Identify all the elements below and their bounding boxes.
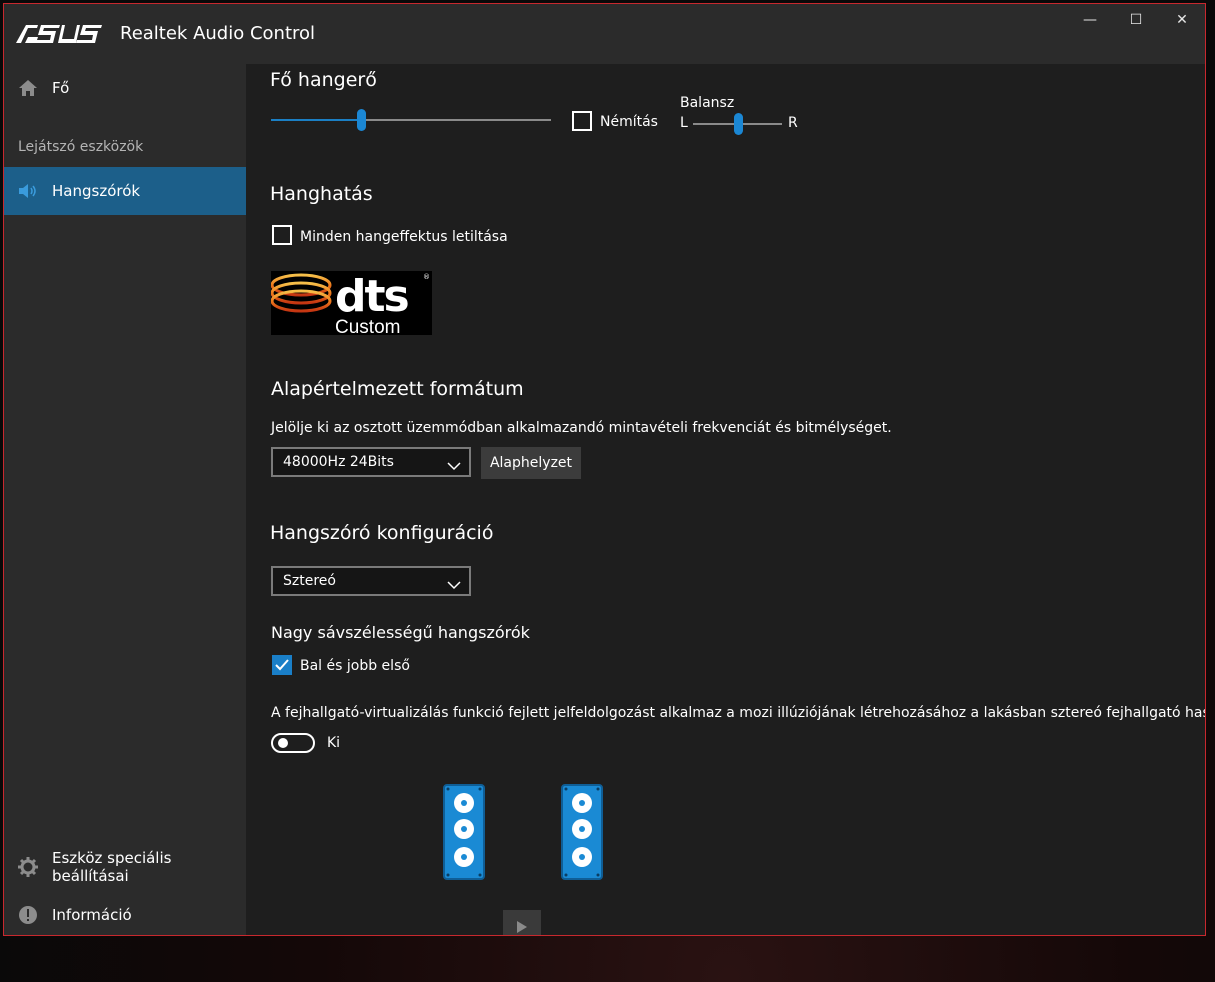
home-icon <box>18 78 38 98</box>
dts-custom-logo[interactable]: dts ® Custom <box>270 271 432 338</box>
speaker-config-dropdown[interactable]: Sztereó <box>271 566 471 596</box>
dts-custom-text: Custom <box>335 317 400 335</box>
reset-button[interactable]: Alaphelyzet <box>481 447 581 479</box>
play-icon <box>517 921 527 933</box>
nav-item-advanced-settings[interactable]: Eszköz speciális beállításai <box>4 843 246 891</box>
gear-icon <box>18 857 38 877</box>
virtualization-description: A fejhallgató-virtualizálás funkció fejl… <box>271 705 1205 721</box>
main-volume-heading: Fő hangerő <box>270 69 377 91</box>
nav-item-info-label: Információ <box>52 906 132 924</box>
sidebar: Fő Lejátszó eszközök Hangszórók Eszköz s… <box>4 64 246 935</box>
minimize-button[interactable]: — <box>1067 4 1113 36</box>
fullrange-speakers-heading: Nagy sávszélességű hangszórók <box>271 623 530 642</box>
nav-item-advanced-settings-label: Eszköz speciális beállításai <box>52 849 172 885</box>
app-window: Realtek Audio Control — ☐ ✕ Fő Lejátszó … <box>3 3 1206 936</box>
mute-checkbox[interactable] <box>572 111 592 131</box>
front-lr-checkbox[interactable] <box>272 655 292 675</box>
speaker-icon <box>18 181 38 201</box>
nav-item-home[interactable]: Fő <box>4 64 246 112</box>
nav-item-speakers[interactable]: Hangszórók <box>4 167 246 215</box>
volume-slider-thumb[interactable] <box>356 109 366 131</box>
maximize-button[interactable]: ☐ <box>1113 4 1159 36</box>
front-lr-label: Bal és jobb első <box>300 658 410 674</box>
dts-wordmark: dts <box>335 271 409 322</box>
balance-left-label: L <box>680 115 688 131</box>
app-title: Realtek Audio Control <box>120 23 316 44</box>
toggle-knob <box>278 738 288 748</box>
info-icon <box>18 905 38 925</box>
right-speaker-icon[interactable] <box>561 784 603 880</box>
balance-right-label: R <box>788 115 798 131</box>
disable-effects-label: Minden hangeffektus letiltása <box>300 229 508 245</box>
format-dropdown-value: 48000Hz 24Bits <box>283 454 394 470</box>
balance-slider-thumb[interactable] <box>733 113 743 135</box>
volume-slider-fill <box>271 119 361 121</box>
title-bar: Realtek Audio Control — ☐ ✕ <box>4 4 1205 64</box>
main-content: Fő hangerő Némítás Balansz L R Hanghatás… <box>246 64 1205 935</box>
nav-item-info[interactable]: Információ <box>4 891 246 935</box>
checkmark-icon <box>275 659 289 671</box>
default-format-description: Jelölje ki az osztott üzemmódban alkalma… <box>271 420 892 436</box>
play-test-button[interactable] <box>503 910 541 935</box>
chevron-down-icon <box>447 575 461 594</box>
window-controls: — ☐ ✕ <box>1067 4 1205 36</box>
nav-item-home-label: Fő <box>52 79 70 97</box>
close-button[interactable]: ✕ <box>1159 4 1205 36</box>
balance-label: Balansz <box>680 95 735 111</box>
asus-logo <box>16 24 102 48</box>
chevron-down-icon <box>447 456 461 475</box>
sound-effects-heading: Hanghatás <box>270 183 373 205</box>
dts-registered-mark: ® <box>423 273 430 281</box>
format-dropdown[interactable]: 48000Hz 24Bits <box>271 447 471 477</box>
left-speaker-icon[interactable] <box>443 784 485 880</box>
default-format-heading: Alapértelmezett formátum <box>271 378 524 400</box>
speaker-config-dropdown-value: Sztereó <box>283 573 336 589</box>
speaker-config-heading: Hangszóró konfiguráció <box>270 522 494 544</box>
nav-item-speakers-label: Hangszórók <box>52 182 141 200</box>
disable-effects-checkbox[interactable] <box>272 225 292 245</box>
mute-label: Némítás <box>600 114 658 130</box>
virtualization-toggle-state: Ki <box>327 735 341 751</box>
virtualization-toggle[interactable] <box>271 733 315 753</box>
section-playback-devices: Lejátszó eszközök <box>18 139 144 155</box>
